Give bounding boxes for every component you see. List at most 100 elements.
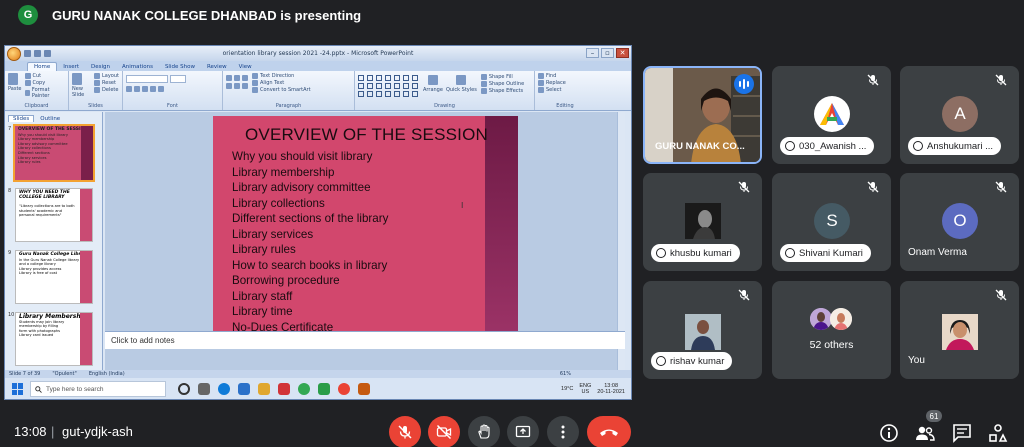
thumb-number: 8 <box>8 188 12 194</box>
powerpoint-icon[interactable] <box>358 383 370 395</box>
cortana-icon[interactable] <box>178 383 190 395</box>
chrome-icon[interactable] <box>298 383 310 395</box>
slide-bullet: Library membership <box>232 165 335 179</box>
tab-home[interactable]: Home <box>27 62 58 71</box>
tab-slide-show[interactable]: Slide Show <box>159 63 201 71</box>
microphone-toggle-button[interactable] <box>389 416 421 447</box>
paste-button[interactable]: Paste <box>8 73 22 99</box>
cut-button[interactable]: Cut <box>24 73 66 79</box>
copy-button[interactable]: Copy <box>24 80 66 86</box>
participant-tile-self[interactable]: You <box>900 281 1019 379</box>
speaking-indicator-icon <box>734 74 754 94</box>
slide-thumbnail[interactable]: 9 Guru Nanak College Library In the Guru… <box>5 248 103 306</box>
align-center-icon[interactable] <box>234 83 240 89</box>
browser-icon[interactable] <box>338 383 350 395</box>
indent-icon[interactable] <box>242 75 248 81</box>
tab-animations[interactable]: Animations <box>116 63 159 71</box>
notes-pane[interactable]: Click to add notes <box>105 331 625 349</box>
activities-icon[interactable] <box>988 423 1008 443</box>
reset-button[interactable]: Reset <box>94 80 119 86</box>
smartart-button[interactable]: Convert to SmartArt <box>252 87 311 93</box>
format-painter-button[interactable]: Format Painter <box>24 87 66 99</box>
tab-view[interactable]: View <box>233 63 258 71</box>
taskbar-search-input[interactable]: Type here to search <box>30 381 166 397</box>
raise-hand-button[interactable] <box>468 416 500 447</box>
present-screen-button[interactable] <box>507 416 539 447</box>
file-explorer-icon[interactable] <box>258 383 270 395</box>
slide-thumbnail[interactable]: 10 Library Membership Students may join … <box>5 310 103 368</box>
arrange-button[interactable]: Arrange <box>423 75 443 97</box>
align-right-icon[interactable] <box>242 83 248 89</box>
font-family-select[interactable] <box>126 75 168 83</box>
shapes-gallery[interactable] <box>358 75 419 97</box>
replace-button[interactable]: Replace <box>538 80 592 86</box>
pin-icon[interactable] <box>656 248 666 258</box>
more-options-button[interactable] <box>547 416 579 447</box>
tab-outline[interactable]: Outline <box>36 116 64 122</box>
close-icon[interactable]: ✕ <box>616 48 629 58</box>
more-vertical-icon <box>561 425 565 439</box>
participant-tile[interactable]: rishav kumar <box>643 281 762 379</box>
others-tile[interactable]: 52 others <box>772 281 891 379</box>
numbering-icon[interactable] <box>234 75 240 81</box>
shape-effects-button[interactable]: Shape Effects <box>480 88 524 94</box>
tab-insert[interactable]: Insert <box>57 63 85 71</box>
presenter-avatar: G <box>18 5 38 25</box>
edge-icon[interactable] <box>218 383 230 395</box>
shape-fill-button[interactable]: Shape Fill <box>480 74 524 80</box>
task-view-icon[interactable] <box>198 383 210 395</box>
participant-tile-presenter[interactable]: GURU NANAK CO... <box>643 66 762 164</box>
tab-review[interactable]: Review <box>201 63 233 71</box>
tab-slides[interactable]: Slides <box>8 115 35 122</box>
people-icon[interactable] <box>915 423 935 443</box>
select-button[interactable]: Select <box>538 87 592 93</box>
camera-toggle-button[interactable] <box>428 416 460 447</box>
pin-icon[interactable] <box>656 356 666 366</box>
meeting-code[interactable]: gut-ydjk-ash <box>62 424 133 439</box>
bullets-icon[interactable] <box>226 75 232 81</box>
align-text-button[interactable]: Align Text <box>252 80 311 86</box>
italic-icon[interactable] <box>134 86 140 92</box>
minimize-icon[interactable]: – <box>586 48 599 58</box>
quick-styles-button[interactable]: Quick Styles <box>446 75 477 97</box>
bold-icon[interactable] <box>126 86 132 92</box>
slide-thumbnail[interactable]: 8 WHY YOU NEED THE COLLEGE LIBRARY "Libr… <box>5 186 103 244</box>
shape-outline-button[interactable]: Shape Outline <box>480 81 524 87</box>
mail-icon[interactable] <box>238 383 250 395</box>
current-slide[interactable]: OVERVIEW OF THE SESSION Why you should v… <box>213 116 518 346</box>
text-direction-button[interactable]: Text Direction <box>252 73 311 79</box>
taskbar-clock[interactable]: 13:08 20-11-2021 <box>597 383 625 395</box>
underline-icon[interactable] <box>142 86 148 92</box>
new-slide-button[interactable]: New Slide <box>72 73 91 98</box>
chat-icon[interactable] <box>952 423 972 443</box>
participant-tile[interactable]: 030_Awanish ... <box>772 66 891 164</box>
reset-icon <box>94 80 100 86</box>
pin-icon[interactable] <box>785 141 795 151</box>
participant-tile[interactable]: S Shivani Kumari <box>772 173 891 271</box>
align-left-icon[interactable] <box>226 83 232 89</box>
participant-tile[interactable]: O Onam Verma <box>900 173 1019 271</box>
font-size-select[interactable] <box>170 75 186 83</box>
pin-icon[interactable] <box>785 248 795 258</box>
participant-tile[interactable]: khusbu kumari <box>643 173 762 271</box>
pin-icon[interactable] <box>913 141 923 151</box>
participant-tile[interactable]: A Anshukumari ... <box>900 66 1019 164</box>
meeting-info-icon[interactable] <box>879 423 899 443</box>
shape-effects-icon <box>480 88 487 94</box>
font-color-icon[interactable] <box>158 86 164 92</box>
slide-thumbnail[interactable]: 7 OVERVIEW OF THE SESSION Why you should… <box>5 124 103 182</box>
strikethrough-icon[interactable] <box>150 86 156 92</box>
zoom-level[interactable]: 61% <box>560 371 571 377</box>
layout-button[interactable]: Layout <box>94 73 119 79</box>
windows-start-icon[interactable] <box>12 383 24 395</box>
media-icon[interactable] <box>278 383 290 395</box>
tab-design[interactable]: Design <box>85 63 116 71</box>
avatar: S <box>814 203 850 239</box>
leave-call-button[interactable] <box>587 416 631 447</box>
maximize-icon[interactable]: ▫ <box>601 48 614 58</box>
find-button[interactable]: Find <box>538 73 592 79</box>
drive-icon[interactable] <box>318 383 330 395</box>
delete-button[interactable]: Delete <box>94 87 119 93</box>
input-language[interactable]: ENG US <box>579 383 591 395</box>
smartart-icon <box>252 87 258 93</box>
